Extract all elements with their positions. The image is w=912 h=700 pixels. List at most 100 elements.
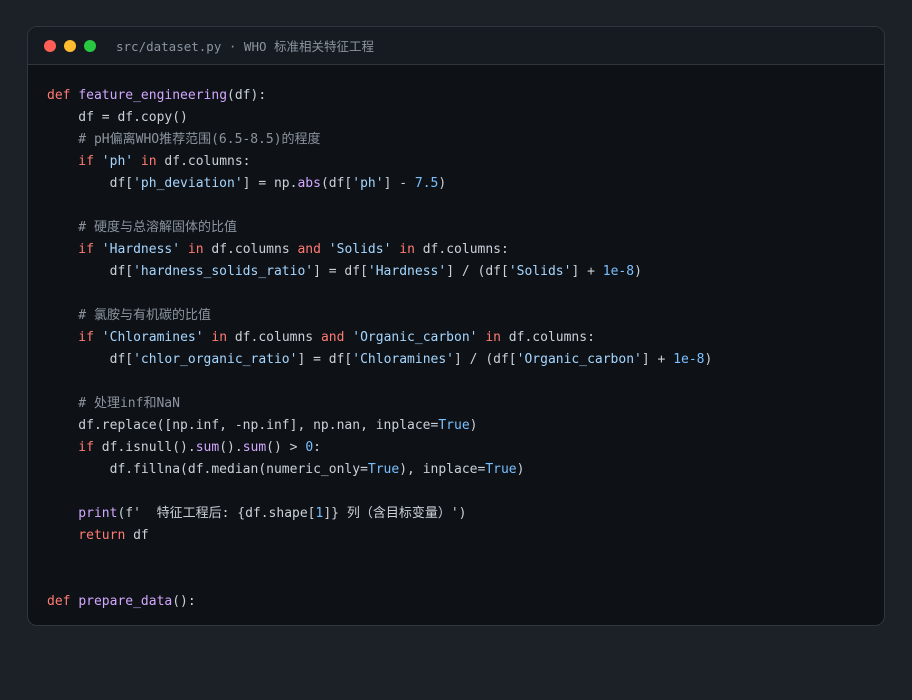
code-token: True — [438, 418, 470, 433]
code-token: ] = np. — [242, 176, 298, 191]
code-token: sum — [195, 440, 220, 455]
code-token: True — [485, 462, 517, 477]
code-token: 'Solids' — [328, 242, 392, 257]
code-token: (df[ — [320, 176, 353, 191]
code-token: df[ — [47, 352, 134, 367]
code-token: 'ph' — [352, 176, 384, 191]
code-line: print(f' 特征工程后: {df.shape[1]} 列（含目标变量）') — [47, 503, 884, 525]
code-token: ] / (df[ — [454, 352, 517, 367]
code-token: 'Chloramines' — [352, 352, 455, 367]
code-token: () > — [266, 440, 306, 455]
code-token: ) — [634, 264, 642, 279]
window-titlebar: src/dataset.py · WHO 标准相关特征工程 — [28, 27, 884, 65]
code-token: 0 — [305, 440, 314, 455]
code-token: print — [47, 506, 118, 521]
code-token: return — [47, 528, 126, 543]
code-token: in — [391, 242, 415, 257]
code-token: 'Organic_carbon' — [352, 330, 478, 345]
code-token: ), inplace= — [399, 462, 486, 477]
code-token: if — [47, 154, 102, 169]
code-window: src/dataset.py · WHO 标准相关特征工程 def featur… — [27, 26, 885, 626]
code-token: if — [47, 242, 102, 257]
code-editor[interactable]: def feature_engineering(df): df = df.cop… — [28, 65, 884, 613]
code-line: def feature_engineering(df): — [47, 85, 884, 107]
code-token: if — [47, 440, 94, 455]
code-line: # pH偏离WHO推荐范围(6.5-8.5)的程度 — [47, 129, 884, 151]
code-token: (). — [219, 440, 243, 455]
code-line: if 'Chloramines' in df.columns and 'Orga… — [47, 327, 884, 349]
code-token: 'Organic_carbon' — [516, 352, 642, 367]
code-token: in — [203, 330, 228, 345]
code-token: ] = df[ — [313, 264, 368, 279]
code-token: df.columns — [227, 330, 321, 345]
code-line: df.fillna(df.median(numeric_only=True), … — [47, 459, 884, 481]
code-token: 1e-8 — [602, 264, 635, 279]
code-token: # 处理inf和NaN — [47, 396, 180, 411]
code-token: ] + — [571, 264, 603, 279]
code-token: 'Solids' — [508, 264, 572, 279]
code-token: 'Hardness' — [101, 242, 181, 257]
code-token: df[ — [47, 264, 134, 279]
maximize-window-button[interactable] — [84, 39, 96, 52]
code-token: df — [125, 528, 149, 543]
code-token: 'ph' — [101, 154, 134, 169]
code-token: 'chlor_organic_ratio' — [133, 352, 298, 367]
code-token: df.isnull(). — [93, 440, 196, 455]
code-token: ] + — [641, 352, 674, 367]
code-token: ) — [438, 176, 447, 191]
code-token: # 硬度与总溶解固体的比值 — [47, 220, 237, 235]
code-token: True — [367, 462, 400, 477]
code-line: # 处理inf和NaN — [47, 393, 884, 415]
code-token: (f' 特征工程后: {df.shape[ — [117, 506, 316, 521]
code-token: abs — [297, 176, 321, 191]
code-token: df.columns: — [156, 154, 251, 169]
code-token: df = df.copy() — [47, 110, 188, 125]
code-line: if df.isnull().sum().sum() > 0: — [47, 437, 884, 459]
code-token: 'ph_deviation' — [133, 176, 243, 191]
code-token: 'Hardness' — [367, 264, 447, 279]
minimize-window-button[interactable] — [64, 39, 76, 52]
code-token: prepare_data — [78, 594, 173, 609]
code-token: df.columns: — [500, 330, 595, 345]
close-window-button[interactable] — [44, 39, 56, 52]
code-token: if — [47, 330, 102, 345]
code-token: sum — [242, 440, 267, 455]
code-token: df.fillna(df.median(numeric_only= — [47, 462, 368, 477]
code-token: (): — [172, 594, 196, 609]
code-line: df['chlor_organic_ratio'] = df['Chlorami… — [47, 349, 884, 371]
code-line: df['hardness_solids_ratio'] = df['Hardne… — [47, 261, 884, 283]
code-token: 'Chloramines' — [101, 330, 204, 345]
code-token: feature_engineering — [78, 88, 228, 103]
code-line: df.replace([np.inf, -np.inf], np.nan, in… — [47, 415, 884, 437]
code-token: and — [297, 242, 321, 257]
code-token: in — [477, 330, 501, 345]
code-token: ) — [516, 462, 525, 477]
code-token: df.replace([np.inf, -np.inf], np.nan, in… — [47, 418, 439, 433]
code-token: df[ — [47, 176, 134, 191]
code-line: return df — [47, 525, 884, 547]
code-token: : — [313, 440, 321, 455]
code-line: # 氯胺与有机碳的比值 — [47, 305, 884, 327]
code-token: df.columns: — [414, 242, 509, 257]
code-token: ] = df[ — [297, 352, 353, 367]
code-token: ] / (df[ — [446, 264, 509, 279]
code-token: def — [47, 594, 71, 609]
code-token: def — [47, 88, 71, 103]
code-line: def prepare_data(): — [47, 591, 884, 613]
code-token: ] - — [383, 176, 415, 191]
code-line: df['ph_deviation'] = np.abs(df['ph'] - 7… — [47, 173, 884, 195]
code-token: in — [133, 154, 157, 169]
code-token: 7.5 — [414, 176, 439, 191]
code-token: and — [320, 330, 345, 345]
window-title: src/dataset.py · WHO 标准相关特征工程 — [116, 39, 375, 54]
code-token: ) — [469, 418, 478, 433]
code-token: # pH偏离WHO推荐范围(6.5-8.5)的程度 — [47, 132, 321, 147]
code-line: if 'ph' in df.columns: — [47, 151, 884, 173]
code-token: df.columns — [203, 242, 298, 257]
code-token: 1e-8 — [673, 352, 705, 367]
